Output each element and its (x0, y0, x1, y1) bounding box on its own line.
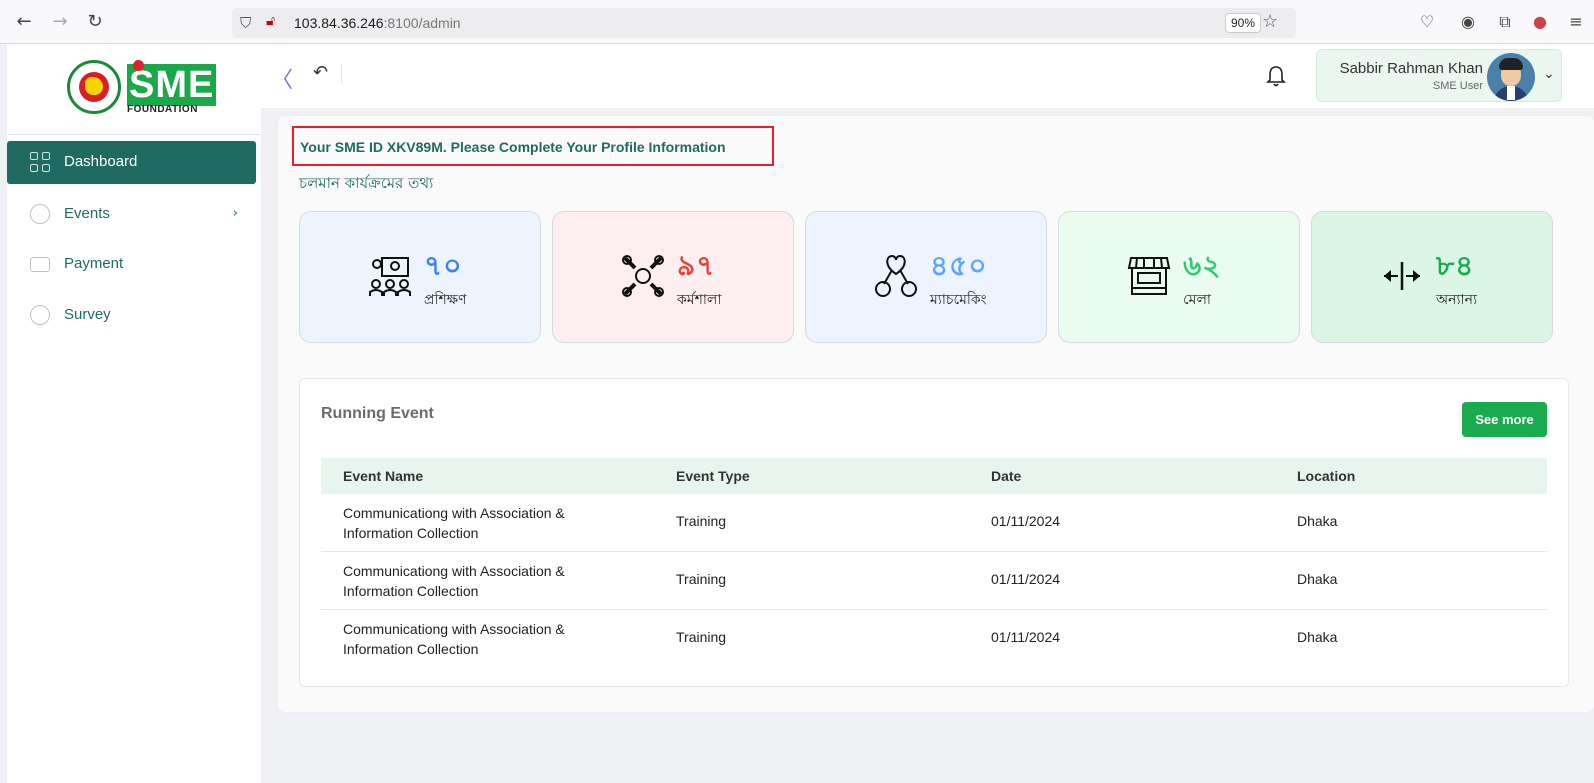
column-header-event-name[interactable]: Event Name (343, 468, 623, 484)
pie-chart-icon (30, 305, 50, 325)
dashboard-grid-icon (30, 152, 50, 172)
cell-location: Dhaka (1297, 513, 1338, 529)
pocket-icon[interactable]: ♡ (1417, 12, 1437, 32)
table-header: Event Name Event Type Date Location (321, 458, 1547, 494)
table-row[interactable]: Communicationg with Association & Inform… (321, 552, 1547, 610)
sidebar-item-survey[interactable]: Survey (7, 294, 256, 337)
forward-arrow-icon[interactable]: → (50, 12, 70, 32)
cell-location: Dhaka (1297, 571, 1338, 587)
address-bar[interactable]: ⛉ 🔓︎ 103.84.36.246:8100/admin 90% ☆ (232, 8, 1296, 38)
cell-event-name: Communicationg with Association & Inform… (343, 563, 565, 599)
running-event-table: Event Name Event Type Date Location Comm… (321, 458, 1547, 668)
stat-card-fair[interactable]: ৬২ মেলা (1058, 211, 1300, 343)
payment-icon (30, 257, 50, 272)
stat-label: প্রশিক্ষণ (424, 292, 467, 308)
extensions-icon[interactable]: ⧉ (1495, 12, 1515, 32)
user-profile-menu[interactable]: Sabbir Rahman Khan SME User ⌄ (1316, 49, 1562, 102)
stat-value: ৯৭ (677, 249, 716, 282)
section-title: চলমান কার্যক্রমের তথ্য (299, 174, 434, 192)
shield-icon[interactable]: ⛉ (240, 14, 251, 32)
column-header-date[interactable]: Date (991, 468, 1021, 484)
sme-foundation-logo[interactable]: SME FOUNDATION (67, 60, 217, 120)
others-arrows-icon (1384, 262, 1420, 290)
bookmark-star-icon[interactable]: ☆ (1262, 11, 1278, 32)
extension-badge-icon[interactable]: ● (1530, 12, 1550, 32)
stat-label: মেলা (1183, 292, 1211, 308)
header-divider (341, 64, 342, 84)
profile-notice-text: Your SME ID XKV89M. Please Complete Your… (300, 139, 726, 155)
stat-label: অন্যান্য (1436, 292, 1478, 308)
chevron-down-icon: ⌄ (1543, 66, 1555, 82)
profile-notice: Your SME ID XKV89M. Please Complete Your… (292, 126, 774, 166)
running-event-panel: Running Event See more Event Name Event … (299, 378, 1569, 687)
undo-icon[interactable]: ↶ (313, 62, 328, 83)
sidebar-divider (7, 134, 261, 135)
sidebar-item-events[interactable]: Events › (7, 193, 256, 236)
sidebar-item-payment[interactable]: Payment (7, 243, 256, 286)
stat-value: ৪৫০ (930, 249, 988, 282)
running-event-title: Running Event (321, 405, 434, 422)
url-text: 103.84.36.246:8100/admin (294, 15, 461, 31)
cell-event-type: Training (676, 513, 727, 529)
cell-event-name: Communicationg with Association & Inform… (343, 505, 565, 541)
cell-event-type: Training (676, 629, 727, 645)
sidebar-item-label: Payment (64, 255, 124, 272)
stat-label: ম্যাচমেকিং (930, 292, 987, 308)
avatar (1487, 53, 1535, 101)
table-row[interactable]: Communicationg with Association & Inform… (321, 494, 1547, 552)
workshop-icon (622, 255, 664, 297)
events-icon (30, 204, 50, 224)
stat-card-matchmaking[interactable]: ৪৫০ ম্যাচমেকিং (805, 211, 1047, 343)
menu-icon[interactable]: ≡ (1566, 12, 1586, 32)
logo-brand: SME (127, 60, 217, 106)
sidebar-item-label: Dashboard (64, 153, 138, 170)
stat-card-workshop[interactable]: ৯৭ কর্মশালা (552, 211, 794, 343)
sidebar-item-dashboard[interactable]: Dashboard (7, 141, 256, 184)
training-icon (369, 257, 411, 296)
stat-value: ৬২ (1183, 249, 1222, 282)
table-row[interactable]: Communicationg with Association & Inform… (321, 610, 1547, 668)
notification-bell-icon[interactable] (1265, 64, 1287, 88)
browser-toolbar: ← → ↻ ⛉ 🔓︎ 103.84.36.246:8100/admin 90% … (0, 0, 1594, 44)
dashboard-content: Your SME ID XKV89M. Please Complete Your… (278, 116, 1594, 712)
cell-date: 01/11/2024 (991, 513, 1061, 529)
see-more-button[interactable]: See more (1462, 402, 1547, 437)
insecure-lock-icon[interactable]: 🔓︎ (266, 13, 275, 29)
fair-stall-icon (1127, 257, 1171, 295)
stat-value: ৮৪ (1436, 249, 1475, 282)
account-icon[interactable]: ◉ (1458, 12, 1478, 32)
chevron-right-icon: › (232, 206, 238, 221)
zoom-level-badge[interactable]: 90% (1225, 13, 1262, 33)
user-role: SME User (1432, 80, 1483, 92)
cell-date: 01/11/2024 (991, 629, 1061, 645)
logo-foundation-text: FOUNDATION (127, 104, 198, 115)
bangladesh-seal-icon (67, 60, 121, 114)
back-arrow-icon[interactable]: ← (14, 12, 34, 32)
cell-location: Dhaka (1297, 629, 1338, 645)
sidebar: SME FOUNDATION Dashboard Events › Paymen… (7, 44, 261, 783)
stat-card-others[interactable]: ৮৪ অন্যান্য (1311, 211, 1553, 343)
stat-card-training[interactable]: ৭০ প্রশিক্ষণ (299, 211, 541, 343)
stat-value: ৭০ (424, 249, 463, 282)
matchmaking-icon (875, 254, 917, 297)
cell-event-type: Training (676, 571, 727, 587)
stat-label: কর্মশালা (677, 292, 722, 308)
top-header: 〈 ↶ Sabbir Rahman Khan SME User ⌄ (261, 44, 1594, 108)
column-header-location[interactable]: Location (1297, 468, 1355, 484)
cell-date: 01/11/2024 (991, 571, 1061, 587)
cell-event-name: Communicationg with Association & Inform… (343, 621, 565, 657)
column-header-event-type[interactable]: Event Type (676, 468, 750, 484)
collapse-sidebar-icon[interactable]: 〈 (271, 62, 293, 94)
sidebar-item-label: Survey (64, 306, 111, 323)
sidebar-item-label: Events (64, 205, 110, 222)
reload-icon[interactable]: ↻ (85, 12, 105, 32)
user-name: Sabbir Rahman Khan (1339, 60, 1483, 77)
